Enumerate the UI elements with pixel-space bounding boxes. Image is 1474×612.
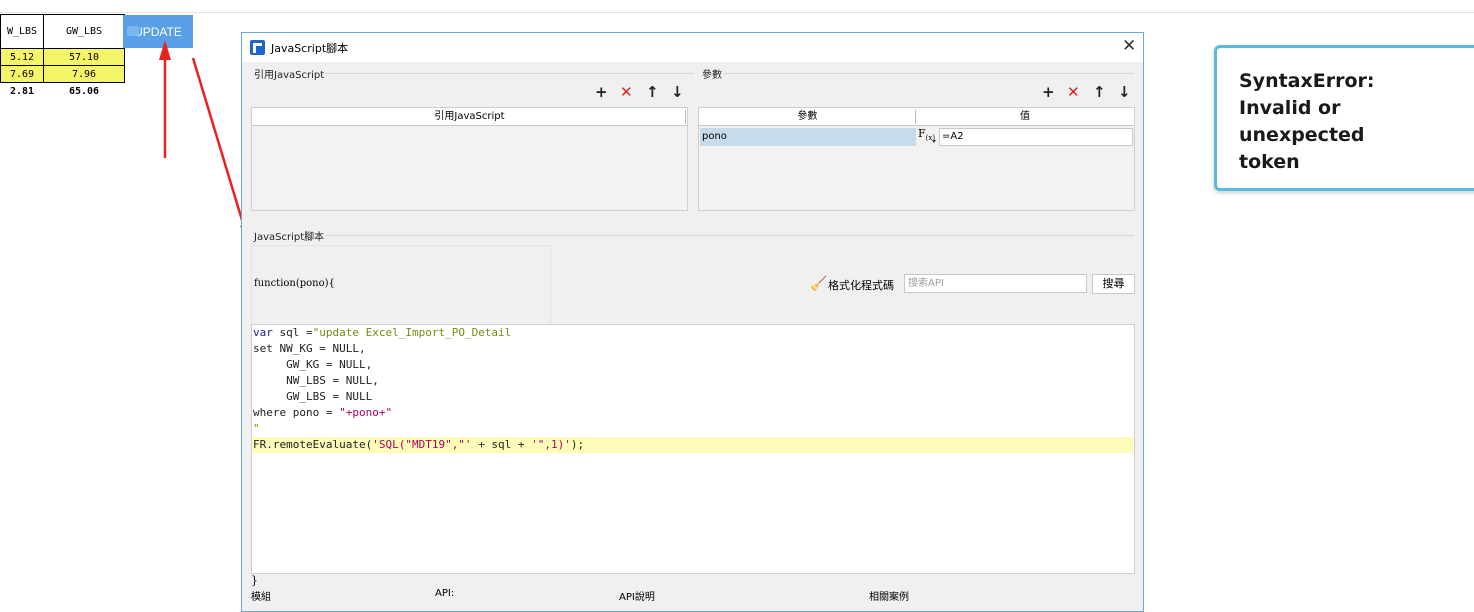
format-code-button[interactable]: 格式化程式碼 bbox=[828, 277, 894, 293]
top-divider bbox=[0, 12, 1474, 13]
code-line: " bbox=[253, 422, 260, 435]
api-description-label: API說明 bbox=[619, 592, 655, 603]
cell[interactable]: 57.10 bbox=[43, 48, 125, 66]
code-token: sql = bbox=[272, 326, 313, 339]
ref-section-label: 引用JavaScript bbox=[252, 66, 327, 81]
update-icon bbox=[127, 26, 139, 36]
update-button[interactable]: UPDATE bbox=[123, 15, 193, 48]
table-row: 5.12 57.10 bbox=[0, 48, 125, 66]
total-cell[interactable]: 2.81 bbox=[1, 83, 44, 100]
code-token: "+pono+" bbox=[339, 406, 393, 419]
param-value-input[interactable]: =A2 bbox=[939, 128, 1133, 146]
ref-table: 引用JavaScript bbox=[251, 107, 688, 211]
ref-column-header[interactable]: 引用JavaScript bbox=[252, 108, 687, 126]
function-signature: function(pono){ bbox=[254, 278, 335, 289]
total-cell[interactable]: 65.06 bbox=[44, 83, 125, 100]
header-cell-gw-lbs[interactable]: GW_LBS bbox=[43, 14, 125, 49]
error-message-panel: SyntaxError: Invalid or unexpected token bbox=[1214, 45, 1474, 191]
column-separator bbox=[685, 110, 686, 124]
app-logo-icon bbox=[250, 40, 265, 55]
code-line: set NW_KG = NULL, bbox=[253, 342, 366, 355]
table-row: 7.69 7.96 bbox=[0, 65, 125, 83]
param-value-header[interactable]: 值 bbox=[916, 108, 1134, 126]
code-line: where pono = "+pono+" bbox=[253, 405, 392, 421]
highlighted-code-line: FR.remoteEvaluate('SQL("MDT19","' + sql … bbox=[252, 437, 1133, 453]
script-section-label: JavaScript腳本 bbox=[252, 228, 327, 243]
broom-icon[interactable]: 🧹 bbox=[810, 276, 827, 292]
api-search-input[interactable] bbox=[904, 274, 1087, 293]
code-token: '",1)' bbox=[531, 438, 571, 451]
code-editor[interactable]: var sql ="update Excel_Import_PO_Detail … bbox=[251, 324, 1135, 574]
code-token: 'SQL("MDT19","' bbox=[372, 438, 479, 451]
move-down-icon[interactable]: ↓ bbox=[1118, 84, 1131, 100]
header-cell-w-lbs[interactable]: W_LBS bbox=[0, 14, 44, 49]
search-button[interactable]: 搜尋 bbox=[1092, 274, 1135, 294]
code-line: GW_KG = NULL, bbox=[253, 358, 373, 371]
function-signature-box: function(pono){ bbox=[251, 245, 551, 325]
script-section-divider bbox=[254, 235, 1134, 236]
cell[interactable]: 7.69 bbox=[0, 65, 44, 83]
code-token: + sql + bbox=[478, 438, 532, 451]
code-line: var sql ="update Excel_Import_PO_Detail bbox=[253, 325, 511, 341]
dialog-title: JavaScript腳本 bbox=[271, 42, 349, 55]
code-token: ); bbox=[570, 438, 585, 451]
error-message: SyntaxError: Invalid or unexpected token bbox=[1239, 70, 1375, 173]
code-token: var bbox=[253, 326, 273, 339]
add-icon[interactable]: + bbox=[595, 84, 608, 100]
move-up-icon[interactable]: ↑ bbox=[646, 84, 659, 100]
delete-icon[interactable]: ✕ bbox=[1067, 84, 1080, 100]
dialog-titlebar: JavaScript腳本 ✕ bbox=[242, 33, 1143, 62]
delete-icon[interactable]: ✕ bbox=[620, 84, 633, 100]
params-section-divider bbox=[704, 73, 1134, 74]
module-label: 模組 bbox=[251, 592, 271, 603]
diag-arrow-shaft bbox=[191, 57, 247, 231]
move-down-icon[interactable]: ↓ bbox=[671, 84, 684, 100]
code-token: "update Excel_Import_PO_Detail bbox=[312, 326, 512, 339]
move-up-icon[interactable]: ↑ bbox=[1093, 84, 1106, 100]
code-token: where pono = bbox=[253, 406, 340, 419]
code-token: FR.remoteEvaluate( bbox=[253, 438, 373, 451]
spreadsheet-fragment: W_LBS GW_LBS 5.12 57.10 7.69 7.96 2.81 6… bbox=[0, 14, 125, 99]
cell[interactable]: 5.12 bbox=[0, 48, 44, 66]
params-table: 參數 值 pono F(x) =A2 bbox=[698, 107, 1135, 211]
param-name-header[interactable]: 參數 bbox=[699, 108, 916, 126]
related-examples-label: 相關案例 bbox=[869, 592, 909, 603]
closing-brace: } bbox=[251, 574, 258, 587]
code-line: NW_LBS = NULL, bbox=[253, 374, 379, 387]
sheet-header-row: W_LBS GW_LBS bbox=[0, 14, 125, 49]
params-section-label: 參數 bbox=[700, 66, 724, 81]
totals-row: 2.81 65.06 bbox=[1, 83, 125, 100]
update-button-label: UPDATE bbox=[134, 24, 182, 39]
chevron-down-icon[interactable] bbox=[932, 140, 936, 143]
param-name-cell[interactable]: pono bbox=[700, 128, 916, 146]
api-label: API: bbox=[435, 588, 455, 599]
add-icon[interactable]: + bbox=[1042, 84, 1055, 100]
cell[interactable]: 7.96 bbox=[43, 65, 125, 83]
javascript-dialog: JavaScript腳本 ✕ 引用JavaScript + ✕ ↑ ↓ 引用Ja… bbox=[241, 32, 1144, 612]
code-line: GW_LBS = NULL bbox=[253, 390, 373, 403]
close-icon[interactable]: ✕ bbox=[1122, 36, 1136, 56]
